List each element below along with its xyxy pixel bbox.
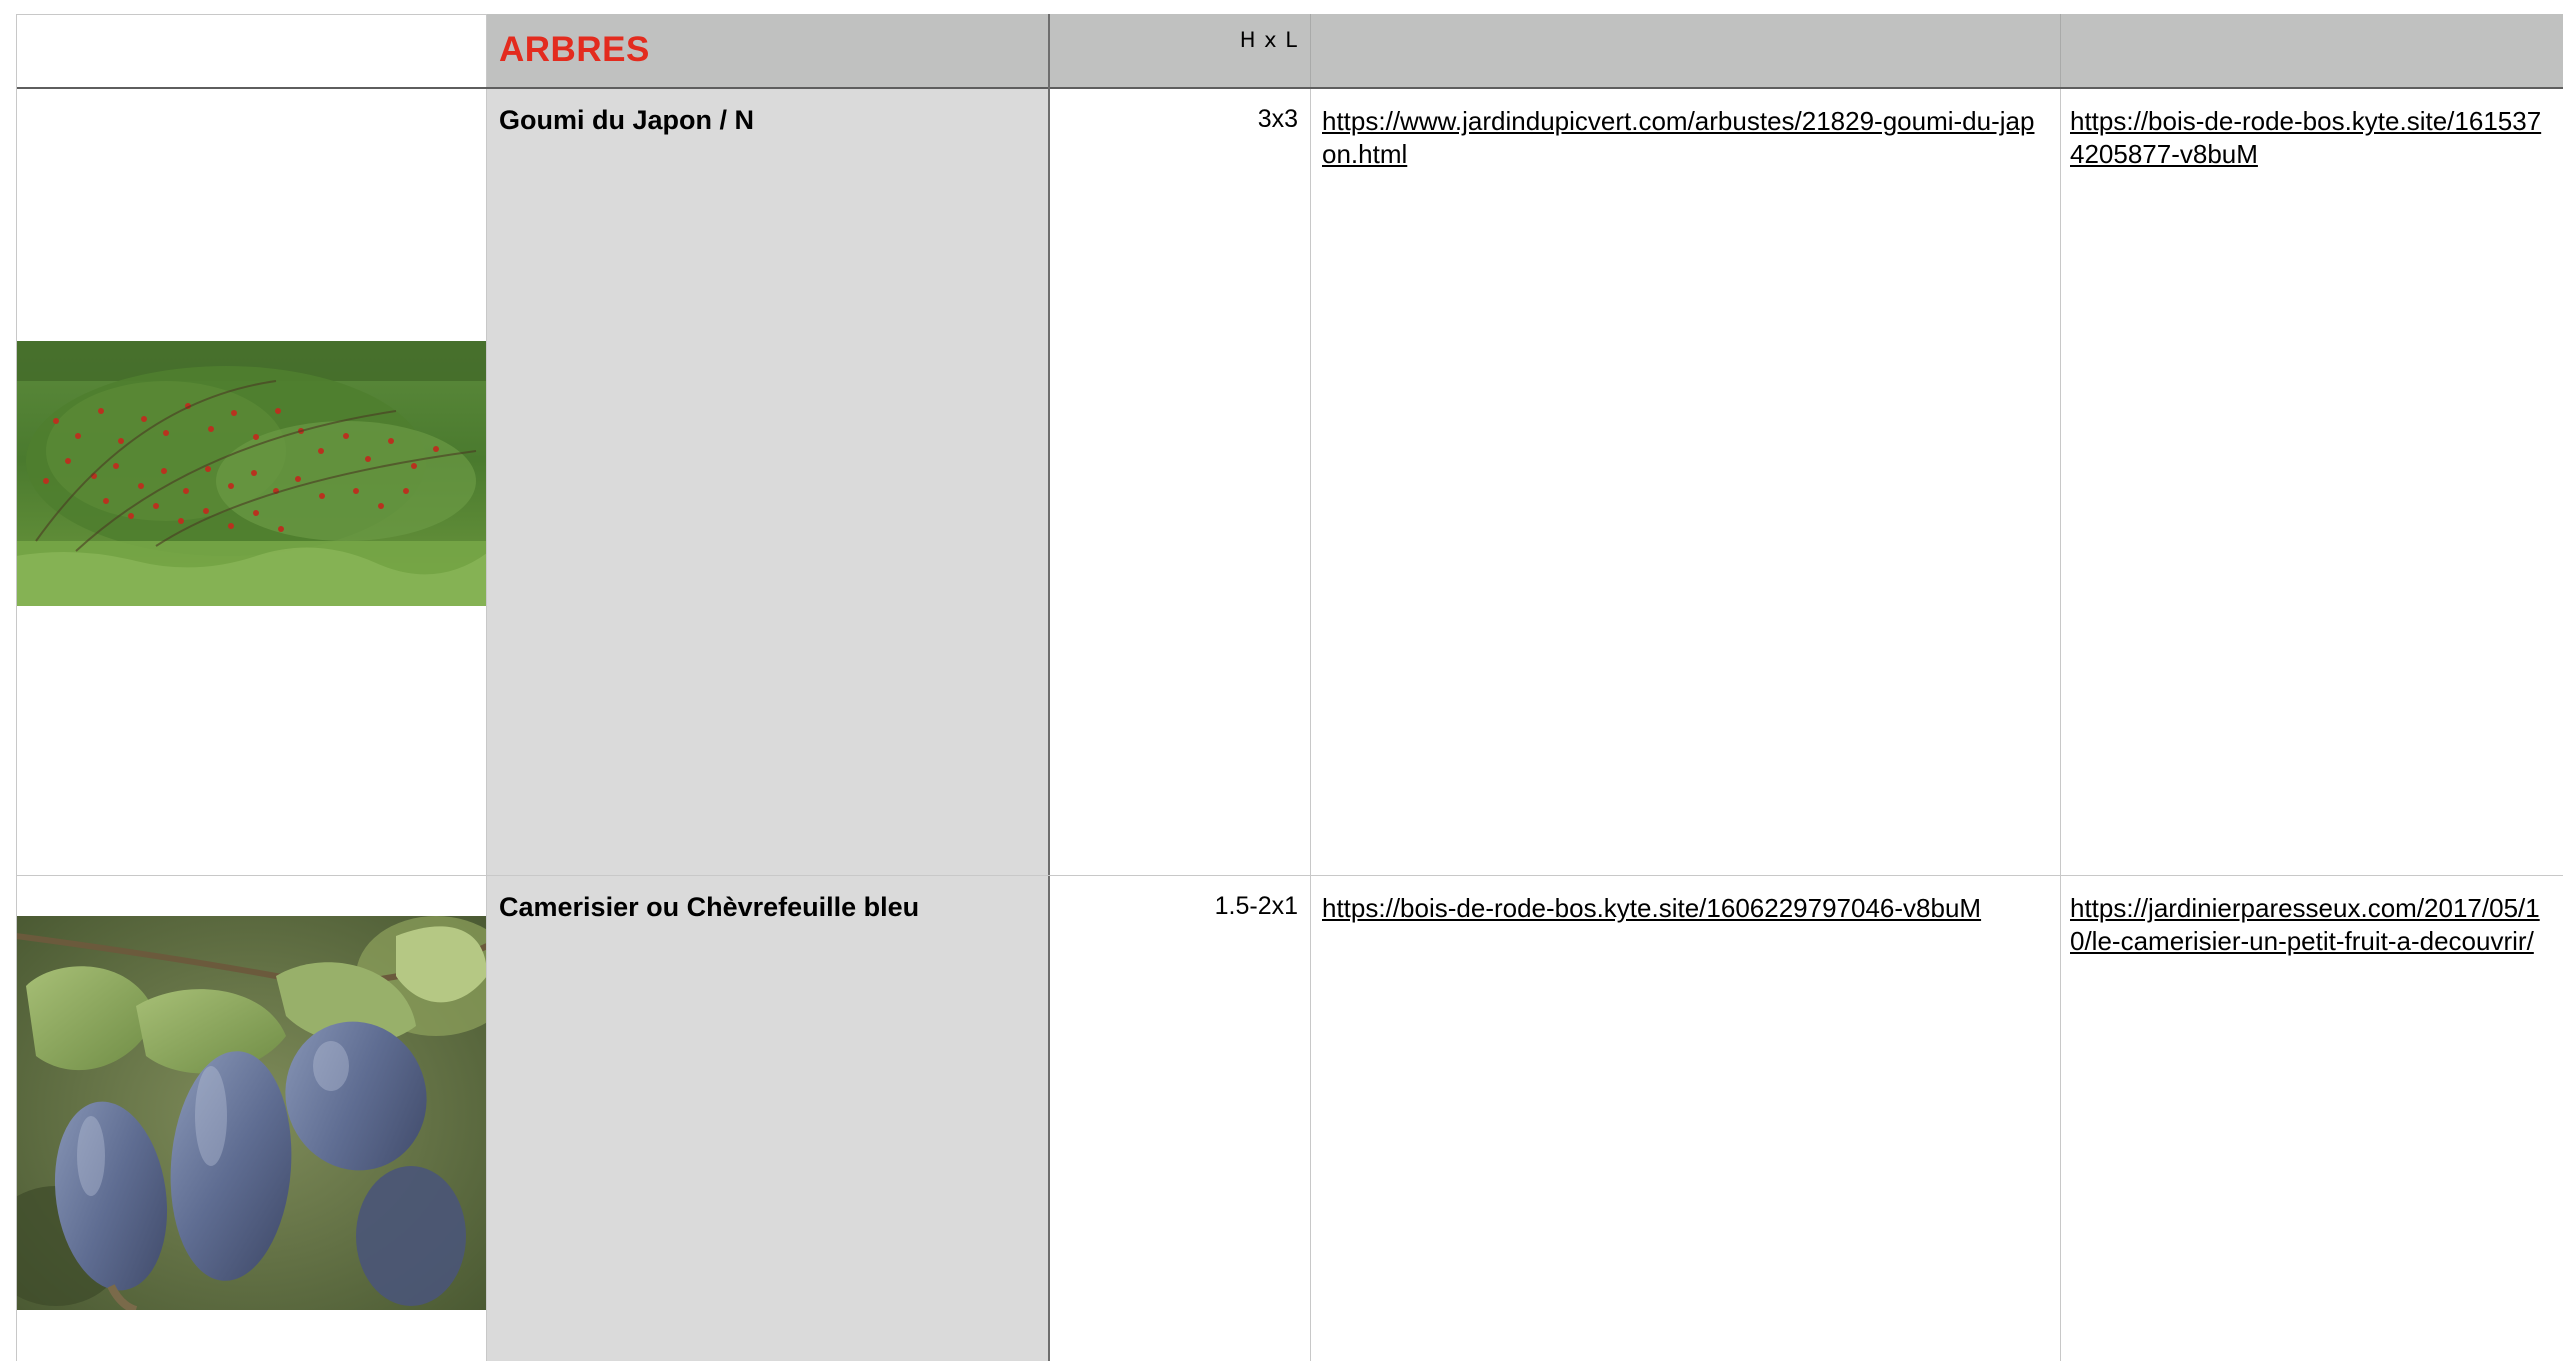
grid-line: [2060, 89, 2061, 1361]
goumi-shrub-photo[interactable]: [16, 341, 487, 606]
section-title: ARBRES: [499, 30, 650, 69]
header-link1-cell[interactable]: [1310, 14, 2060, 88]
header-name-cell[interactable]: ARBRES: [487, 14, 1050, 88]
header-image-cell[interactable]: [16, 14, 487, 88]
header-link2-cell[interactable]: [2060, 14, 2563, 88]
source-link-2[interactable]: https://jardinierparesseux.com/2017/05/1…: [2070, 893, 2540, 956]
grid-line: [1048, 14, 1050, 1361]
source-link-1[interactable]: https://bois-de-rode-bos.kyte.site/16062…: [1322, 893, 1981, 923]
link2-cell[interactable]: https://bois-de-rode-bos.kyte.site/16153…: [2060, 89, 2563, 876]
link2-cell[interactable]: https://jardinierparesseux.com/2017/05/1…: [2060, 876, 2563, 1361]
plant-size: 1.5-2x1: [1214, 892, 1298, 920]
grid-line: [16, 14, 17, 1361]
link1-cell[interactable]: https://www.jardindupicvert.com/arbustes…: [1310, 89, 2060, 876]
plant-name: Goumi du Japon / N: [499, 105, 754, 135]
source-link-1[interactable]: https://www.jardindupicvert.com/arbustes…: [1322, 106, 2034, 169]
header-size-cell[interactable]: H x L: [1050, 14, 1310, 88]
plant-name-cell[interactable]: Camerisier ou Chèvrefeuille bleu: [487, 876, 1050, 1361]
size-column-header: H x L: [1239, 28, 1298, 52]
grid-line: [486, 89, 487, 1361]
source-link-2[interactable]: https://bois-de-rode-bos.kyte.site/16153…: [2070, 106, 2541, 169]
plant-size: 3x3: [1257, 105, 1298, 133]
plant-size-cell[interactable]: 3x3: [1050, 89, 1310, 876]
spreadsheet: ARBRES H x L Goumi du Japon / N 3x3 http…: [16, 14, 2563, 1361]
plant-size-cell[interactable]: 1.5-2x1: [1050, 876, 1310, 1361]
link1-cell[interactable]: https://bois-de-rode-bos.kyte.site/16062…: [1310, 876, 2060, 1361]
honeyberry-photo[interactable]: [16, 916, 487, 1310]
grid-line: [1310, 89, 1311, 1361]
grid-line: [16, 875, 2563, 876]
plant-name: Camerisier ou Chèvrefeuille bleu: [499, 892, 920, 922]
plant-name-cell[interactable]: Goumi du Japon / N: [487, 89, 1050, 876]
